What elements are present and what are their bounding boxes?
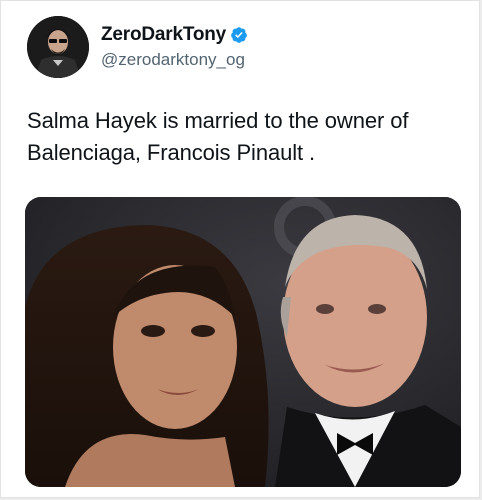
tweet-text: Salma Hayek is married to the owner of B… xyxy=(27,108,409,165)
handle[interactable]: @zerodarktony_og xyxy=(101,50,248,70)
tweet-photo[interactable] xyxy=(25,197,461,487)
display-name[interactable]: ZeroDarkTony xyxy=(101,24,226,46)
tweet-header: ZeroDarkTony @zerodarktony_og xyxy=(27,15,248,79)
avatar[interactable] xyxy=(27,16,89,78)
author-names: ZeroDarkTony @zerodarktony_og xyxy=(101,24,248,70)
tweet-card: ZeroDarkTony @zerodarktony_og Salma Haye… xyxy=(0,0,480,498)
verified-badge-icon xyxy=(230,26,248,44)
name-row: ZeroDarkTony xyxy=(101,24,248,46)
